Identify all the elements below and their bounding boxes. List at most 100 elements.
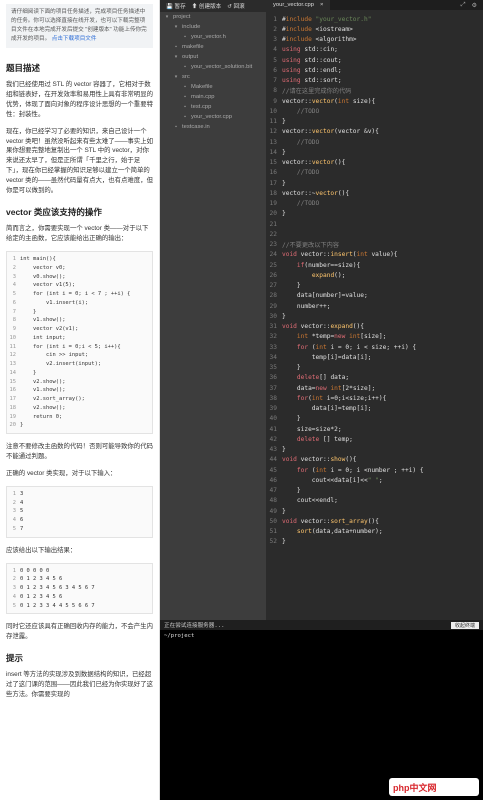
editor-line[interactable]: 24 void vector::insert(int value){ — [266, 250, 483, 260]
editor-line[interactable]: 34 temp[i]=data[i]; — [266, 352, 483, 362]
editor-line[interactable]: 1 #include "your_vector.h" — [266, 14, 483, 24]
editor-line[interactable]: 10 //TODO — [266, 106, 483, 116]
line-text: void vector::expand(){ — [282, 323, 364, 331]
editor-line[interactable]: 50 void vector::sort_array(){ — [266, 516, 483, 526]
editor-line[interactable]: 33 for (int i = 0; i < size; ++i) { — [266, 342, 483, 352]
editor-line[interactable]: 17} — [266, 178, 483, 188]
code-area[interactable]: 1 #include "your_vector.h" 2 #include <iost… — [266, 10, 483, 547]
editor-line[interactable]: 8 //请在这里完成你的代码 — [266, 86, 483, 96]
editor-line[interactable]: 49} — [266, 506, 483, 516]
editor-line[interactable]: 46 cout<<data[i]<<" "; — [266, 475, 483, 485]
editor-line[interactable]: 18 vector::~vector(){ — [266, 188, 483, 198]
editor-line[interactable]: 52} — [266, 537, 483, 547]
rollback-button[interactable]: ↺ 回滚 — [227, 2, 244, 10]
editor-line[interactable]: 41 size=size*2; — [266, 424, 483, 434]
tree-item[interactable]: ▪ testcase.in — [160, 122, 266, 132]
code-line: 2 0 1 2 3 4 5 6 — [7, 575, 152, 584]
editor-line[interactable]: 28 data[number]=value; — [266, 291, 483, 301]
tab-your-vector-cpp[interactable]: your_vector.cpp × — [266, 0, 331, 10]
tree-item[interactable]: ▾ include — [160, 22, 266, 32]
editor-line[interactable]: 31 void vector::expand(){ — [266, 322, 483, 332]
collapse-terminal-button[interactable]: 收起终端 — [450, 621, 479, 629]
line-number: 7 — [273, 77, 277, 85]
editor-line[interactable]: 6 using std::endl; — [266, 65, 483, 75]
tree-item-label: src — [182, 74, 190, 80]
editor-line[interactable]: 45 for (int i = 0; i <number ; ++i) { — [266, 465, 483, 475]
line-number: 1 — [12, 490, 16, 497]
close-icon[interactable]: × — [320, 2, 323, 8]
line-text: cout<<endl; — [282, 497, 338, 505]
download-project-link[interactable]: 点击下载项目文件 — [52, 36, 97, 42]
editor-line[interactable]: 3 #include <algorithm> — [266, 35, 483, 45]
tree-item[interactable]: ▪ your_vector.h — [160, 32, 266, 42]
line-number: 6 — [273, 66, 277, 74]
tree-item-label: your_vector_solution.bit — [191, 64, 253, 70]
editor-line[interactable]: 14} — [266, 147, 483, 157]
editor-line[interactable]: 32 int *temp=new int[size]; — [266, 332, 483, 342]
line-text: v2.show(); — [20, 378, 66, 385]
editor-line[interactable]: 30} — [266, 311, 483, 321]
tree-item[interactable]: ▪ test.cpp — [160, 102, 266, 112]
editor-line[interactable]: 7 using std::sort; — [266, 76, 483, 86]
editor-line[interactable]: 29 number++; — [266, 301, 483, 311]
editor-line[interactable]: 2 #include <iostream> — [266, 24, 483, 34]
line-text: data[i]=temp[i]; — [282, 405, 372, 413]
code-line: 13 — [7, 490, 152, 499]
notice-box: 请仔细阅读下面的项目任务描述，完成项目任务描述中的任务。你可以选择直接在线开发，… — [6, 4, 153, 48]
editor-line[interactable]: 20} — [266, 209, 483, 219]
editor-line[interactable]: 13 //TODO — [266, 137, 483, 147]
editor-line[interactable]: 51 sort(data,data+number); — [266, 527, 483, 537]
editor-line[interactable]: 43} — [266, 445, 483, 455]
tree-item[interactable]: ▪ your_vector.cpp — [160, 112, 266, 122]
line-number: 25 — [269, 261, 277, 269]
terminal-output[interactable]: ~/project — [160, 630, 483, 642]
stash-button[interactable]: 💾 暂存 — [166, 2, 186, 10]
editor-line[interactable]: 38 for(int i=0;i<size;i++){ — [266, 393, 483, 403]
editor-line[interactable]: 23 //不要更改以下内容 — [266, 240, 483, 250]
editor-line[interactable]: 16 //TODO — [266, 168, 483, 178]
tree-item[interactable]: ▪ your_vector_solution.bit — [160, 62, 266, 72]
expand-icon[interactable]: ⤢ — [461, 2, 466, 9]
editor-line[interactable]: 4 using std::cin; — [266, 45, 483, 55]
tree-item[interactable]: ▾ output — [160, 52, 266, 62]
editor-line[interactable]: 19 //TODO — [266, 199, 483, 209]
editor-line[interactable]: 11} — [266, 117, 483, 127]
line-number: 13 — [9, 361, 17, 368]
tree-item[interactable]: ▾ src — [160, 72, 266, 82]
editor-line[interactable]: 27 } — [266, 281, 483, 291]
line-text: //请在这里完成你的代码 — [282, 88, 352, 96]
editor-line[interactable]: 26 expand(); — [266, 270, 483, 280]
editor-tools: ⤢ ⚙ — [461, 0, 483, 10]
terminal-panel[interactable]: 正在尝试连接服务器... 收起终端 ~/project — [160, 620, 483, 800]
editor-line[interactable]: 36 delete[] data; — [266, 373, 483, 383]
line-number: 6 — [12, 299, 16, 306]
editor-line[interactable]: 44 void vector::show(){ — [266, 455, 483, 465]
line-number: 10 — [9, 334, 17, 341]
editor-line[interactable]: 35 } — [266, 363, 483, 373]
editor-line[interactable]: 25 if(number==size){ — [266, 260, 483, 270]
line-number: 22 — [269, 230, 277, 238]
editor-line[interactable]: 47 } — [266, 486, 483, 496]
code-line: 8 v1.show(); — [7, 316, 152, 325]
editor-line[interactable]: 5 using std::cout; — [266, 55, 483, 65]
editor-line[interactable]: 42 delete [] temp; — [266, 434, 483, 444]
code-line: 35 — [7, 507, 152, 516]
editor-line[interactable]: 40 } — [266, 414, 483, 424]
editor-line[interactable]: 22 — [266, 229, 483, 239]
line-text: void vector::insert(int value){ — [282, 251, 398, 259]
line-number: 44 — [269, 456, 277, 464]
editor-line[interactable]: 48 cout<<endl; — [266, 496, 483, 506]
tree-item[interactable]: ▪ main.cpp — [160, 92, 266, 102]
tree-item[interactable]: ▪ makefile — [160, 42, 266, 52]
tree-item[interactable]: ▾ project — [160, 12, 266, 22]
editor-line[interactable]: 9 vector::vector(int size){ — [266, 96, 483, 106]
editor-line[interactable]: 21 — [266, 219, 483, 229]
editor-line[interactable]: 12 vector::vector(vector &v){ — [266, 127, 483, 137]
gear-icon[interactable]: ⚙ — [472, 2, 477, 9]
file-icon: ▪ — [184, 64, 186, 70]
editor-line[interactable]: 15 vector::vector(){ — [266, 158, 483, 168]
editor-line[interactable]: 37 data=new int[2*size]; — [266, 383, 483, 393]
tree-item[interactable]: ▪ Makefile — [160, 82, 266, 92]
create-version-button[interactable]: ⬆ 创建版本 — [192, 2, 222, 10]
editor-line[interactable]: 39 data[i]=temp[i]; — [266, 404, 483, 414]
